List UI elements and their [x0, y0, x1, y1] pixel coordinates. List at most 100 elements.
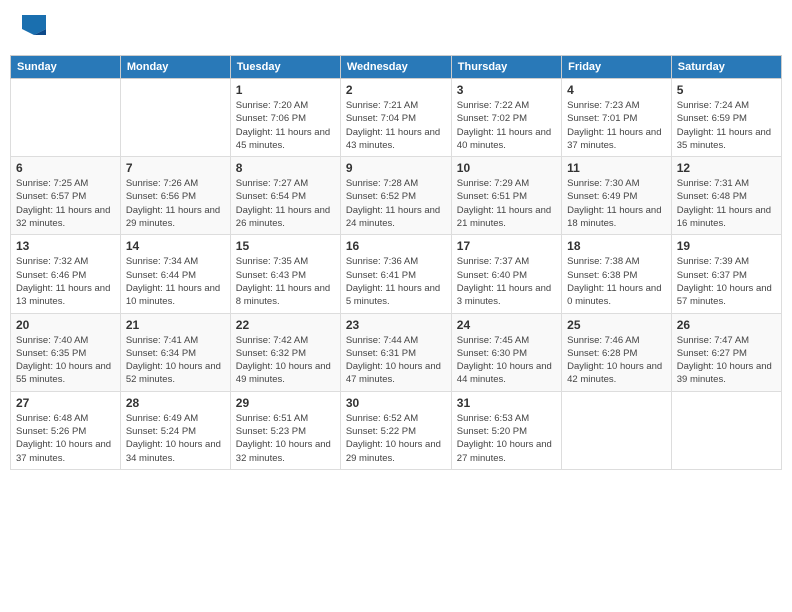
- day-number: 2: [346, 83, 446, 97]
- weekday-header-thursday: Thursday: [451, 56, 561, 79]
- day-number: 19: [677, 239, 776, 253]
- calendar-cell: 9 Sunrise: 7:28 AM Sunset: 6:52 PM Daylig…: [340, 157, 451, 235]
- calendar-cell: 21 Sunrise: 7:41 AM Sunset: 6:34 PM Dayli…: [120, 313, 230, 391]
- day-number: 26: [677, 318, 776, 332]
- day-info: Sunrise: 7:30 AM Sunset: 6:49 PM Dayligh…: [567, 177, 666, 230]
- calendar-cell: 29Sunrise: 6:51 AM Sunset: 5:23 PM Dayli…: [230, 391, 340, 469]
- calendar-cell: [120, 79, 230, 157]
- calendar-cell: 10 Sunrise: 7:29 AM Sunset: 6:51 PM Dayli…: [451, 157, 561, 235]
- calendar-cell: 2 Sunrise: 7:21 AM Sunset: 7:04 PM Daylig…: [340, 79, 451, 157]
- day-number: 20: [16, 318, 115, 332]
- day-info: Sunrise: 7:35 AM Sunset: 6:43 PM Dayligh…: [236, 255, 335, 308]
- calendar-week-5: 27Sunrise: 6:48 AM Sunset: 5:26 PM Dayli…: [11, 391, 782, 469]
- calendar-cell: 14 Sunrise: 7:34 AM Sunset: 6:44 PM Dayli…: [120, 235, 230, 313]
- day-number: 11: [567, 161, 666, 175]
- calendar-cell: 18Sunrise: 7:38 AM Sunset: 6:38 PM Dayli…: [562, 235, 672, 313]
- calendar-cell: 5Sunrise: 7:24 AM Sunset: 6:59 PM Daylig…: [671, 79, 781, 157]
- calendar-cell: 3 Sunrise: 7:22 AM Sunset: 7:02 PM Daylig…: [451, 79, 561, 157]
- day-info: Sunrise: 7:38 AM Sunset: 6:38 PM Dayligh…: [567, 255, 666, 308]
- day-info: Sunrise: 6:49 AM Sunset: 5:24 PM Dayligh…: [126, 412, 225, 465]
- calendar-cell: [671, 391, 781, 469]
- calendar-cell: 28 Sunrise: 6:49 AM Sunset: 5:24 PM Dayli…: [120, 391, 230, 469]
- day-info: Sunrise: 7:32 AM Sunset: 6:46 PM Dayligh…: [16, 255, 115, 308]
- day-info: Sunrise: 7:26 AM Sunset: 6:56 PM Dayligh…: [126, 177, 225, 230]
- calendar-cell: 1 Sunrise: 7:20 AM Sunset: 7:06 PM Daylig…: [230, 79, 340, 157]
- day-number: 15: [236, 239, 335, 253]
- calendar-cell: 8Sunrise: 7:27 AM Sunset: 6:54 PM Daylig…: [230, 157, 340, 235]
- calendar-cell: 25 Sunrise: 7:46 AM Sunset: 6:28 PM Dayli…: [562, 313, 672, 391]
- day-info: Sunrise: 7:27 AM Sunset: 6:54 PM Dayligh…: [236, 177, 335, 230]
- calendar-cell: 19 Sunrise: 7:39 AM Sunset: 6:37 PM Dayli…: [671, 235, 781, 313]
- day-number: 6: [16, 161, 115, 175]
- calendar-cell: 11 Sunrise: 7:30 AM Sunset: 6:49 PM Dayli…: [562, 157, 672, 235]
- day-number: 9: [346, 161, 446, 175]
- weekday-header-tuesday: Tuesday: [230, 56, 340, 79]
- calendar-week-2: 6Sunrise: 7:25 AM Sunset: 6:57 PM Daylig…: [11, 157, 782, 235]
- day-info: Sunrise: 7:31 AM Sunset: 6:48 PM Dayligh…: [677, 177, 776, 230]
- calendar-cell: 20 Sunrise: 7:40 AM Sunset: 6:35 PM Dayli…: [11, 313, 121, 391]
- day-info: Sunrise: 7:34 AM Sunset: 6:44 PM Dayligh…: [126, 255, 225, 308]
- day-number: 14: [126, 239, 225, 253]
- calendar-cell: 15 Sunrise: 7:35 AM Sunset: 6:43 PM Dayli…: [230, 235, 340, 313]
- calendar-week-1: 1 Sunrise: 7:20 AM Sunset: 7:06 PM Daylig…: [11, 79, 782, 157]
- day-number: 25: [567, 318, 666, 332]
- day-info: Sunrise: 7:24 AM Sunset: 6:59 PM Dayligh…: [677, 99, 776, 152]
- weekday-header-wednesday: Wednesday: [340, 56, 451, 79]
- logo: [20, 15, 46, 40]
- day-info: Sunrise: 7:44 AM Sunset: 6:31 PM Dayligh…: [346, 334, 446, 387]
- day-number: 23: [346, 318, 446, 332]
- day-number: 21: [126, 318, 225, 332]
- weekday-header-saturday: Saturday: [671, 56, 781, 79]
- day-info: Sunrise: 7:46 AM Sunset: 6:28 PM Dayligh…: [567, 334, 666, 387]
- calendar-cell: 7 Sunrise: 7:26 AM Sunset: 6:56 PM Daylig…: [120, 157, 230, 235]
- page-header: [10, 10, 782, 45]
- day-number: 31: [457, 396, 556, 410]
- calendar-cell: [11, 79, 121, 157]
- calendar-cell: [562, 391, 672, 469]
- calendar-week-4: 20 Sunrise: 7:40 AM Sunset: 6:35 PM Dayli…: [11, 313, 782, 391]
- day-number: 7: [126, 161, 225, 175]
- weekday-header-sunday: Sunday: [11, 56, 121, 79]
- day-info: Sunrise: 7:40 AM Sunset: 6:35 PM Dayligh…: [16, 334, 115, 387]
- day-info: Sunrise: 7:22 AM Sunset: 7:02 PM Dayligh…: [457, 99, 556, 152]
- day-info: Sunrise: 7:29 AM Sunset: 6:51 PM Dayligh…: [457, 177, 556, 230]
- calendar-cell: 6Sunrise: 7:25 AM Sunset: 6:57 PM Daylig…: [11, 157, 121, 235]
- day-number: 17: [457, 239, 556, 253]
- day-number: 3: [457, 83, 556, 97]
- day-info: Sunrise: 7:39 AM Sunset: 6:37 PM Dayligh…: [677, 255, 776, 308]
- day-info: Sunrise: 6:48 AM Sunset: 5:26 PM Dayligh…: [16, 412, 115, 465]
- calendar-cell: 22 Sunrise: 7:42 AM Sunset: 6:32 PM Dayli…: [230, 313, 340, 391]
- day-number: 13: [16, 239, 115, 253]
- logo-icon: [22, 15, 46, 35]
- calendar-cell: 12 Sunrise: 7:31 AM Sunset: 6:48 PM Dayli…: [671, 157, 781, 235]
- calendar-cell: 27Sunrise: 6:48 AM Sunset: 5:26 PM Dayli…: [11, 391, 121, 469]
- day-number: 10: [457, 161, 556, 175]
- weekday-header-monday: Monday: [120, 56, 230, 79]
- calendar-week-3: 13 Sunrise: 7:32 AM Sunset: 6:46 PM Dayli…: [11, 235, 782, 313]
- calendar-cell: 17 Sunrise: 7:37 AM Sunset: 6:40 PM Dayli…: [451, 235, 561, 313]
- day-info: Sunrise: 7:21 AM Sunset: 7:04 PM Dayligh…: [346, 99, 446, 152]
- day-number: 12: [677, 161, 776, 175]
- day-info: Sunrise: 6:51 AM Sunset: 5:23 PM Dayligh…: [236, 412, 335, 465]
- day-info: Sunrise: 7:45 AM Sunset: 6:30 PM Dayligh…: [457, 334, 556, 387]
- day-number: 22: [236, 318, 335, 332]
- calendar-cell: 23 Sunrise: 7:44 AM Sunset: 6:31 PM Dayli…: [340, 313, 451, 391]
- calendar-table: SundayMondayTuesdayWednesdayThursdayFrid…: [10, 55, 782, 470]
- calendar-cell: 4Sunrise: 7:23 AM Sunset: 7:01 PM Daylig…: [562, 79, 672, 157]
- day-number: 28: [126, 396, 225, 410]
- day-info: Sunrise: 6:52 AM Sunset: 5:22 PM Dayligh…: [346, 412, 446, 465]
- day-number: 1: [236, 83, 335, 97]
- day-info: Sunrise: 7:20 AM Sunset: 7:06 PM Dayligh…: [236, 99, 335, 152]
- day-number: 4: [567, 83, 666, 97]
- calendar-cell: 24Sunrise: 7:45 AM Sunset: 6:30 PM Dayli…: [451, 313, 561, 391]
- calendar-cell: 13 Sunrise: 7:32 AM Sunset: 6:46 PM Dayli…: [11, 235, 121, 313]
- day-info: Sunrise: 7:28 AM Sunset: 6:52 PM Dayligh…: [346, 177, 446, 230]
- day-info: Sunrise: 7:36 AM Sunset: 6:41 PM Dayligh…: [346, 255, 446, 308]
- day-number: 30: [346, 396, 446, 410]
- day-info: Sunrise: 7:37 AM Sunset: 6:40 PM Dayligh…: [457, 255, 556, 308]
- day-info: Sunrise: 7:41 AM Sunset: 6:34 PM Dayligh…: [126, 334, 225, 387]
- day-info: Sunrise: 7:42 AM Sunset: 6:32 PM Dayligh…: [236, 334, 335, 387]
- calendar-cell: 30 Sunrise: 6:52 AM Sunset: 5:22 PM Dayli…: [340, 391, 451, 469]
- weekday-header-friday: Friday: [562, 56, 672, 79]
- day-info: Sunrise: 7:47 AM Sunset: 6:27 PM Dayligh…: [677, 334, 776, 387]
